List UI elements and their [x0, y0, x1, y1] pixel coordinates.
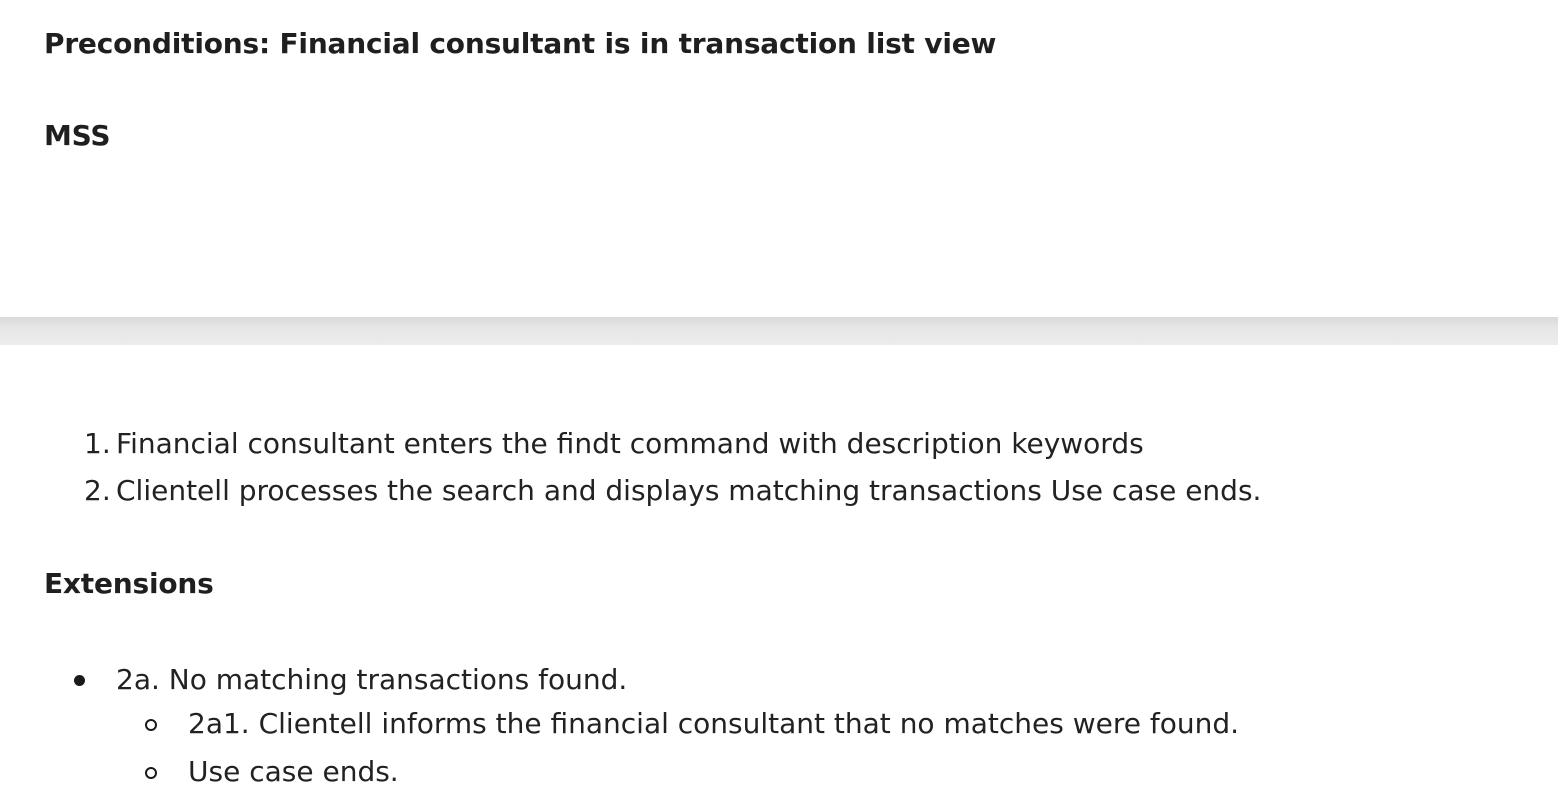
- page-divider: [0, 317, 1558, 345]
- bullet-circle-icon: [145, 767, 157, 779]
- mss-heading: MSS: [44, 119, 111, 152]
- extension-subitem-text: Use case ends.: [188, 755, 399, 788]
- bullet-disc-icon: [74, 675, 85, 686]
- extensions-heading: Extensions: [44, 567, 214, 600]
- step-number: 2.: [84, 474, 111, 507]
- step-text: Financial consultant enters the findt co…: [116, 427, 1144, 460]
- step-number: 1.: [84, 427, 111, 460]
- bullet-circle-icon: [145, 719, 157, 731]
- extension-subitem-text: 2a1. Clientell informs the financial con…: [188, 707, 1240, 740]
- extension-text: 2a. No matching transactions found.: [116, 663, 628, 696]
- step-text: Clientell processes the search and displ…: [116, 474, 1262, 507]
- preconditions-heading: Preconditions: Financial consultant is i…: [44, 27, 997, 60]
